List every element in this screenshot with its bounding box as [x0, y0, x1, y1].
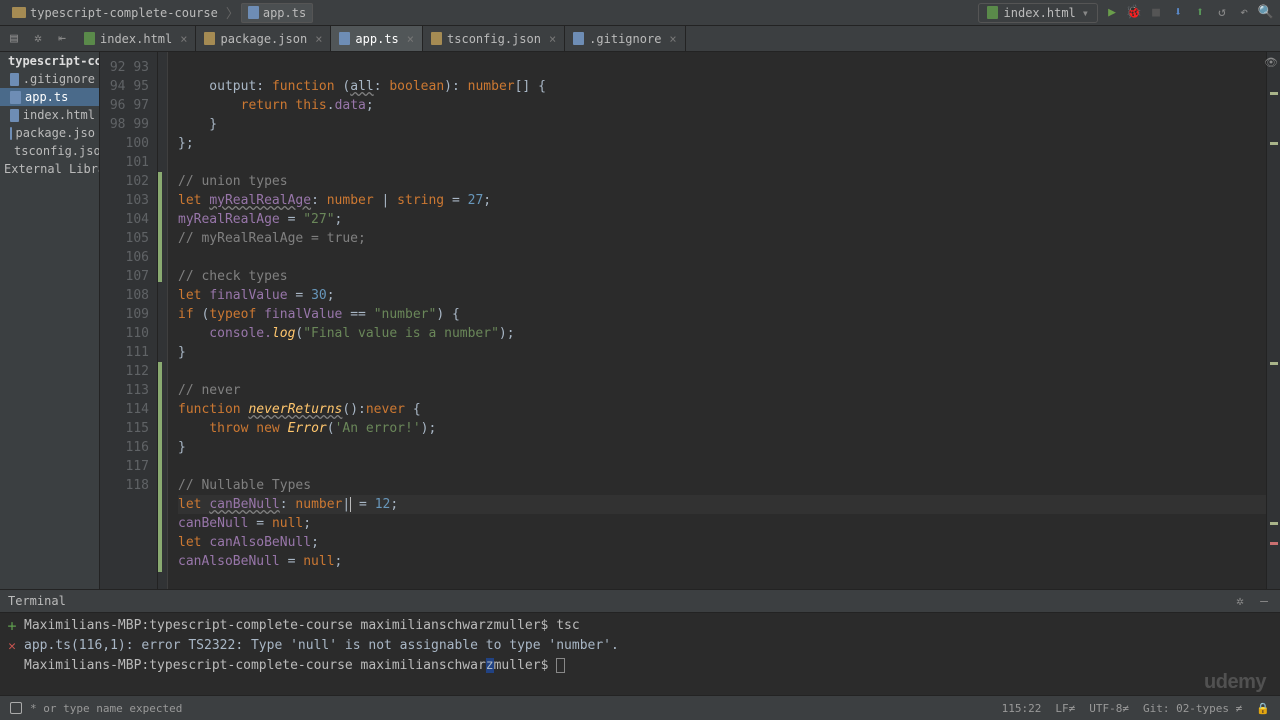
code-line[interactable]: if (typeof finalValue == "number") {: [178, 305, 1266, 324]
terminal-cursor: [556, 658, 565, 673]
status-bar: * or type name expected 115:22 LF≠ UTF-8…: [0, 695, 1280, 720]
code-line[interactable]: output: function (all: boolean): number[…: [178, 77, 1266, 96]
tab-app-ts[interactable]: app.ts×: [331, 26, 423, 51]
code-line[interactable]: [178, 362, 1266, 381]
tab-tsconfig-json[interactable]: tsconfig.json×: [423, 26, 565, 51]
gutter-markers: [158, 52, 168, 589]
breadcrumb-file[interactable]: app.ts: [241, 3, 313, 23]
run-icon[interactable]: ▶: [1104, 5, 1120, 21]
code-line[interactable]: canBeNull = null;: [178, 514, 1266, 533]
project-tree[interactable]: typescript-com .gitignoreapp.tsindex.htm…: [0, 52, 100, 589]
project-file[interactable]: app.ts: [0, 88, 99, 106]
file-icon: [204, 32, 215, 45]
terminal-new-icon[interactable]: +: [7, 617, 16, 635]
code-line[interactable]: return this.data;: [178, 96, 1266, 115]
html-file-icon: [987, 6, 998, 19]
editor-gutter: 92 93 94 95 96 97 98 99 100 101 102 103 …: [100, 52, 158, 589]
vcs-history-icon[interactable]: ↺: [1214, 5, 1230, 21]
close-icon[interactable]: ×: [180, 32, 187, 46]
project-view-icon[interactable]: ▤: [6, 31, 22, 47]
close-icon[interactable]: ×: [407, 32, 414, 46]
code-line[interactable]: // union types: [178, 172, 1266, 191]
git-branch[interactable]: Git: 02-types ≠: [1143, 702, 1242, 715]
code-line[interactable]: }: [178, 115, 1266, 134]
revert-icon[interactable]: ↶: [1236, 5, 1252, 21]
external-libraries[interactable]: External Librarie: [0, 160, 99, 178]
code-line[interactable]: let finalValue = 30;: [178, 286, 1266, 305]
code-editor[interactable]: 92 93 94 95 96 97 98 99 100 101 102 103 …: [100, 52, 1280, 589]
code-line[interactable]: function neverReturns():never {: [178, 400, 1266, 419]
udemy-watermark: udemy: [1204, 671, 1266, 694]
code-line[interactable]: // check types: [178, 267, 1266, 286]
code-line[interactable]: }: [178, 438, 1266, 457]
code-line[interactable]: [178, 248, 1266, 267]
code-line[interactable]: canAlsoBeNull = null;: [178, 552, 1266, 571]
status-error-icon[interactable]: [10, 702, 22, 714]
ts-file-icon: [248, 6, 259, 19]
close-icon[interactable]: ×: [315, 32, 322, 46]
code-line[interactable]: };: [178, 134, 1266, 153]
code-line[interactable]: myRealRealAge = "27";: [178, 210, 1266, 229]
tab-index-html[interactable]: index.html×: [76, 26, 196, 51]
terminal-gear-icon[interactable]: ✲: [1232, 593, 1248, 609]
line-ending[interactable]: LF≠: [1055, 702, 1075, 715]
code-line[interactable]: }: [178, 343, 1266, 362]
code-line[interactable]: [178, 58, 1266, 77]
error-stripe[interactable]: 👁: [1266, 52, 1280, 589]
tab-package-json[interactable]: package.json×: [196, 26, 331, 51]
code-line[interactable]: throw new Error('An error!');: [178, 419, 1266, 438]
folder-icon: [12, 7, 26, 18]
project-root[interactable]: typescript-com: [0, 52, 99, 70]
file-icon: [573, 32, 584, 45]
code-line[interactable]: // never: [178, 381, 1266, 400]
file-icon: [10, 127, 12, 140]
vcs-update-icon[interactable]: ⬇: [1170, 5, 1186, 21]
file-icon: [10, 109, 19, 122]
terminal-output: Maximilians-MBP:typescript-complete-cour…: [24, 613, 1280, 695]
vcs-commit-icon[interactable]: ⬆: [1192, 5, 1208, 21]
code-line[interactable]: // Nullable Types: [178, 476, 1266, 495]
file-encoding[interactable]: UTF-8≠: [1089, 702, 1129, 715]
terminal-tab[interactable]: Terminal: [8, 594, 66, 608]
eye-icon[interactable]: 👁: [1264, 56, 1278, 69]
code-line[interactable]: // myRealRealAge = true;: [178, 229, 1266, 248]
debug-icon[interactable]: 🐞: [1126, 5, 1142, 21]
file-icon: [10, 91, 21, 104]
project-file[interactable]: tsconfig.json: [0, 142, 99, 160]
file-icon: [84, 32, 95, 45]
code-line[interactable]: let myRealRealAge: number | string = 27;: [178, 191, 1266, 210]
run-config-selector[interactable]: index.html▾: [978, 3, 1098, 23]
terminal[interactable]: + ✕ Maximilians-MBP:typescript-complete-…: [0, 613, 1280, 695]
code-line[interactable]: let canBeNull: number| = 12;: [178, 495, 1266, 514]
close-icon[interactable]: ×: [549, 32, 556, 46]
tab--gitignore[interactable]: .gitignore×: [565, 26, 685, 51]
breadcrumb: typescript-complete-course 〉 app.ts: [6, 3, 313, 23]
code-line[interactable]: console.log("Final value is a number");: [178, 324, 1266, 343]
cursor-position[interactable]: 115:22: [1002, 702, 1042, 715]
collapse-icon[interactable]: ⇤: [54, 31, 70, 47]
project-file[interactable]: .gitignore: [0, 70, 99, 88]
terminal-close-icon[interactable]: ✕: [8, 639, 16, 654]
file-icon: [339, 32, 350, 45]
code-line[interactable]: [178, 153, 1266, 172]
stop-icon[interactable]: ■: [1148, 5, 1164, 21]
breadcrumb-project[interactable]: typescript-complete-course: [6, 4, 224, 22]
close-icon[interactable]: ×: [669, 32, 676, 46]
chevron-right-icon: 〉: [226, 3, 239, 22]
code-line[interactable]: let canAlsoBeNull;: [178, 533, 1266, 552]
code-line[interactable]: [178, 457, 1266, 476]
file-icon: [10, 73, 19, 86]
terminal-hide-icon[interactable]: —: [1256, 593, 1272, 609]
search-icon[interactable]: 🔍: [1258, 5, 1274, 21]
file-icon: [431, 32, 442, 45]
project-file[interactable]: package.jso: [0, 124, 99, 142]
lock-icon[interactable]: 🔒: [1256, 702, 1270, 715]
project-file[interactable]: index.html: [0, 106, 99, 124]
status-message: * or type name expected: [30, 702, 182, 715]
gear-icon[interactable]: ✲: [30, 31, 46, 47]
